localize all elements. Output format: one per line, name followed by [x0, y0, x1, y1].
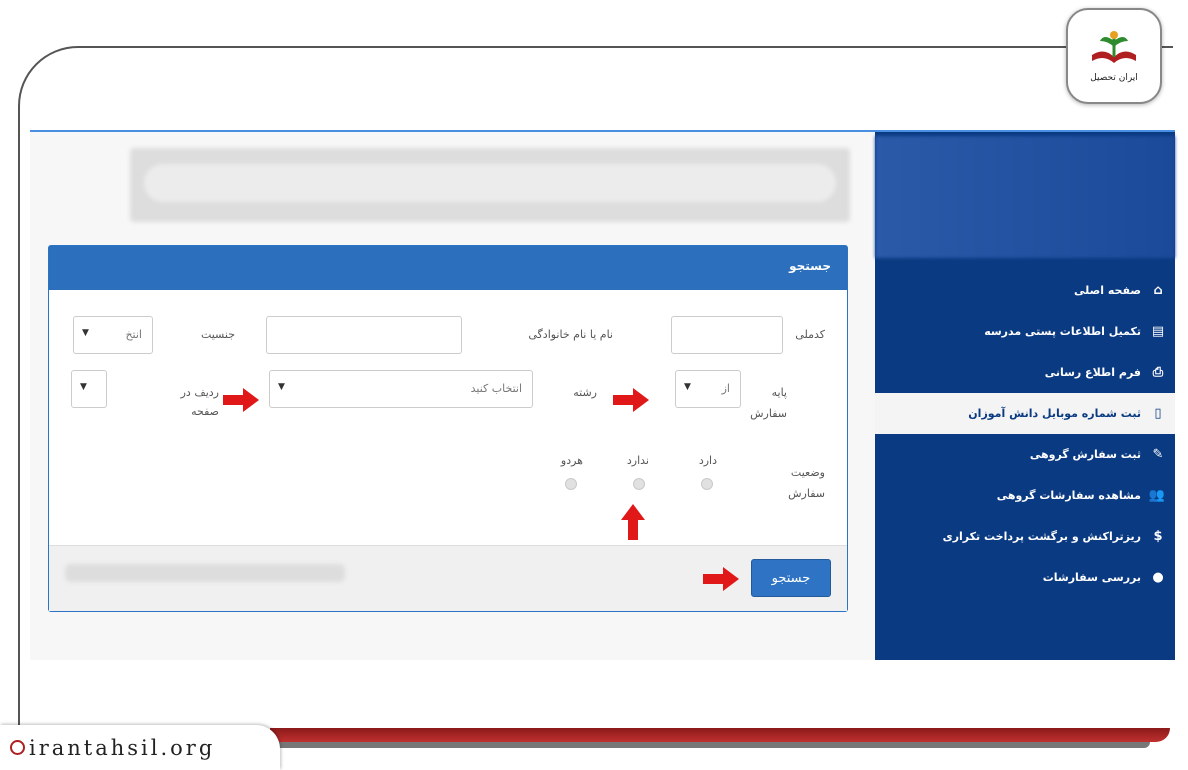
has-label: دارد — [698, 454, 717, 467]
rows-label: ردیف در صفحه — [159, 386, 219, 418]
sidebar-menu: ⌂ صفحه اصلی ▤ تکمیل اطلاعات پستی مدرسه ⎙… — [875, 270, 1175, 598]
home-icon: ⌂ — [1153, 283, 1163, 298]
major-select-value: انتخاب کنید — [470, 382, 522, 395]
users-icon: 👥 — [1148, 488, 1165, 503]
site-logo: ایران تحصیل — [1066, 8, 1162, 104]
dollar-icon: $ — [1153, 529, 1163, 544]
major-select[interactable]: انتخاب کنید ▼ — [269, 370, 533, 408]
main-area: جستجو کدملی نام یا نام خانوادگی جنسیت ان… — [30, 132, 875, 660]
sidebar-item-student-mobile[interactable]: ▯ ثبت شماره موبایل دانش آموزان — [875, 393, 1175, 434]
decorative-frame-shadow — [270, 742, 1150, 748]
sidebar-item-label: مشاهده سفارشات گروهی — [996, 489, 1141, 502]
gender-select[interactable]: انتخ ▼ — [73, 316, 153, 354]
caret-down-icon: ▼ — [82, 328, 89, 338]
has-not-radio[interactable] — [633, 478, 645, 490]
logo-text: ایران تحصیل — [1090, 73, 1138, 83]
rows-per-page-select[interactable]: ▼ — [71, 370, 107, 408]
blurred-banner — [130, 148, 850, 222]
globe-icon — [10, 740, 25, 755]
name-label: نام یا نام خانوادگی — [528, 328, 613, 341]
book-logo-icon — [1092, 31, 1136, 63]
sidebar-item-label: ثبت سفارش گروهی — [1029, 448, 1141, 461]
grade-select-value: از — [721, 382, 730, 395]
red-arrow-right-icon — [223, 388, 259, 412]
search-panel: جستجو کدملی نام یا نام خانوادگی جنسیت ان… — [48, 245, 848, 612]
grade-select[interactable]: از ▼ — [675, 370, 741, 408]
rows-label-line2: صفحه — [191, 405, 219, 418]
sidebar-item-label: ثبت شماره موبایل دانش آموزان — [968, 407, 1141, 420]
major-label: رشته — [573, 386, 597, 399]
card-icon: ▤ — [1151, 324, 1165, 339]
status-label-line1: وضعیت — [790, 466, 825, 479]
sidebar-item-label: فرم اطلاع رسانی — [1044, 366, 1141, 379]
status-label-line2: سفارش — [788, 487, 825, 500]
has-radio[interactable] — [701, 478, 713, 490]
mobile-icon: ▯ — [1154, 406, 1162, 421]
user-icon: ● — [1152, 570, 1164, 585]
sidebar-item-label: بررسی سفارشات — [1042, 571, 1141, 584]
sidebar-item-transactions[interactable]: $ ریزتراکنش و برگشت پرداخت تکراری — [875, 516, 1175, 557]
website-url: irantahsil.org — [29, 735, 216, 760]
gender-label: جنسیت — [200, 328, 235, 341]
panel-footer: جستجو — [49, 545, 847, 611]
blurred-footer-text — [65, 564, 345, 582]
rows-label-line1: ردیف در — [180, 386, 219, 399]
both-radio[interactable] — [565, 478, 577, 490]
has-not-label: ندارد — [626, 454, 649, 467]
name-input[interactable] — [266, 316, 462, 354]
gender-select-value: انتخ — [125, 328, 142, 341]
sidebar-item-view-group-orders[interactable]: 👥 مشاهده سفارشات گروهی — [875, 475, 1175, 516]
edit-icon: ✎ — [1152, 447, 1164, 462]
sidebar-item-review-orders[interactable]: ● بررسی سفارشات — [875, 557, 1175, 598]
sidebar-item-home[interactable]: ⌂ صفحه اصلی — [875, 270, 1175, 311]
red-arrow-right-icon — [703, 567, 739, 591]
caret-down-icon: ▼ — [684, 382, 691, 392]
decorative-frame-bottom — [270, 728, 1170, 742]
sidebar: ⌂ صفحه اصلی ▤ تکمیل اطلاعات پستی مدرسه ⎙… — [875, 132, 1175, 660]
caret-down-icon: ▼ — [80, 382, 87, 392]
red-arrow-right-icon — [613, 388, 649, 412]
grade-label-line2: سفارش — [750, 407, 787, 420]
search-button[interactable]: جستجو — [751, 559, 831, 597]
grade-label: پایه سفارش — [750, 386, 787, 420]
national-code-input[interactable] — [671, 316, 783, 354]
website-badge: irantahsil.org — [0, 725, 280, 770]
caret-down-icon: ▼ — [278, 382, 285, 392]
grade-label-line1: پایه — [771, 386, 787, 399]
both-label: هردو — [560, 454, 583, 467]
print-icon: ⎙ — [1152, 365, 1164, 380]
panel-title: جستجو — [49, 246, 847, 290]
sidebar-item-group-order[interactable]: ✎ ثبت سفارش گروهی — [875, 434, 1175, 475]
sidebar-item-school-postal[interactable]: ▤ تکمیل اطلاعات پستی مدرسه — [875, 311, 1175, 352]
national-code-label: کدملی — [795, 328, 825, 341]
sidebar-item-label: تکمیل اطلاعات پستی مدرسه — [984, 325, 1141, 338]
sidebar-item-notice-form[interactable]: ⎙ فرم اطلاع رسانی — [875, 352, 1175, 393]
sidebar-item-label: صفحه اصلی — [1074, 284, 1141, 297]
sidebar-banner — [875, 136, 1175, 258]
sidebar-item-label: ریزتراکنش و برگشت پرداخت تکراری — [942, 530, 1141, 543]
status-label: وضعیت سفارش — [785, 466, 825, 500]
red-arrow-up-icon — [621, 504, 645, 540]
app-screen: جستجو کدملی نام یا نام خانوادگی جنسیت ان… — [30, 130, 1175, 660]
